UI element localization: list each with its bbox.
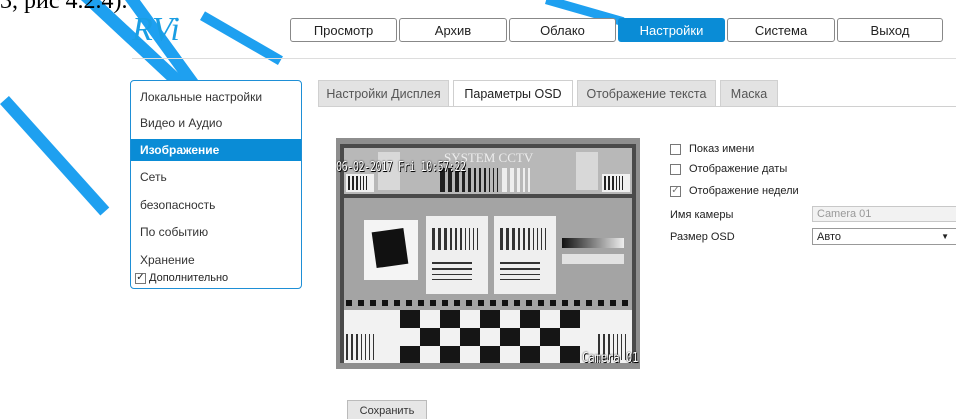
header-divider (132, 58, 956, 59)
nav-system[interactable]: Система (727, 18, 835, 42)
sidebar-item-video-audio[interactable]: Видео и Аудио (131, 112, 301, 134)
chevron-down-icon: ▼ (941, 232, 949, 241)
sidebar-item-event[interactable]: По событию (131, 221, 301, 243)
top-nav: Просмотр Архив Облако Настройки Система … (290, 18, 945, 42)
settings-tabs: Настройки Дисплея Параметры OSD Отображе… (318, 80, 782, 107)
tab-text-overlay[interactable]: Отображение текста (577, 80, 716, 107)
sidebar-item-advanced[interactable]: ✓ Дополнительно (135, 272, 228, 284)
osd-size-select[interactable]: Авто ▼ (812, 228, 956, 245)
nav-view[interactable]: Просмотр (290, 18, 397, 42)
nav-cloud[interactable]: Облако (509, 18, 616, 42)
sidebar-item-storage[interactable]: Хранение (131, 249, 301, 271)
decorative-stripe (200, 11, 283, 66)
settings-sidebar: Локальные настройки Видео и Аудио Изобра… (130, 80, 302, 289)
advanced-checkbox[interactable]: ✓ (135, 272, 146, 284)
logo-text: RVi (131, 11, 180, 48)
option-show-week[interactable]: ✓ Отображение недели (670, 185, 799, 197)
option-show-date[interactable]: Отображение даты (670, 163, 787, 175)
show-name-checkbox[interactable] (670, 143, 681, 155)
nav-settings[interactable]: Настройки (618, 18, 725, 42)
page: 3, рис 4.2.4). RVi Просмотр Архив Облако… (0, 0, 956, 419)
sidebar-item-local[interactable]: Локальные настройки (131, 86, 301, 108)
nav-archive[interactable]: Архив (399, 18, 507, 42)
sidebar-item-network[interactable]: Сеть (131, 166, 301, 188)
tab-osd-params[interactable]: Параметры OSD (453, 80, 573, 107)
sidebar-item-security[interactable]: безопасность (131, 194, 301, 216)
osd-size-value: Авто (817, 230, 841, 243)
show-week-checkbox[interactable]: ✓ (670, 185, 681, 197)
show-date-checkbox[interactable] (670, 163, 681, 175)
tab-display-settings[interactable]: Настройки Дисплея (318, 80, 449, 107)
show-name-label: Показ имени (689, 143, 755, 155)
nav-logout[interactable]: Выход (837, 18, 943, 42)
camera-name-input[interactable] (812, 206, 956, 222)
show-date-label: Отображение даты (689, 163, 788, 175)
show-week-label: Отображение недели (689, 185, 799, 197)
save-button[interactable]: Сохранить (347, 400, 427, 419)
decorative-stripe (0, 95, 110, 216)
tab-mask[interactable]: Маска (720, 80, 778, 107)
osd-camera-name-overlay: Camera 01 (581, 351, 638, 366)
osd-size-label: Размер OSD (670, 231, 735, 243)
document-text-fragment: 3, рис 4.2.4). (0, 0, 128, 14)
advanced-label: Дополнительно (149, 272, 229, 284)
osd-datetime-overlay: 06-02-2017 Fri 10:57:22 (336, 160, 466, 175)
camera-preview: SYSTEM CCTV 06-02-2017 Fri 10:57:22 Came… (336, 138, 640, 369)
sidebar-item-image[interactable]: Изображение (131, 139, 301, 161)
option-show-name[interactable]: Показ имени (670, 143, 754, 155)
camera-name-label: Имя камеры (670, 209, 734, 221)
rvi-logo: RVi (130, 6, 200, 50)
